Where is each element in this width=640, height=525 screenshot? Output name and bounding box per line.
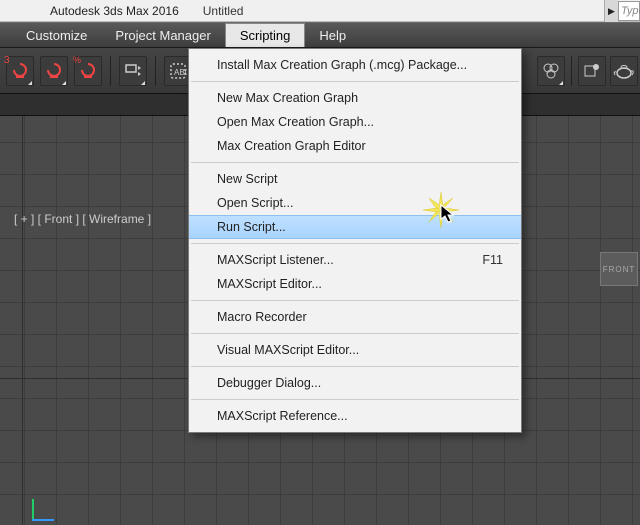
menu-item-label: MAXScript Editor...: [217, 277, 322, 291]
menu-item-open-script[interactable]: Open Script...: [189, 191, 521, 215]
menu-item-label: Debugger Dialog...: [217, 376, 321, 390]
menu-item-maxscript-listener[interactable]: MAXScript Listener... F11: [189, 248, 521, 272]
toolbar-separator: [571, 56, 572, 86]
menu-item-new-max-creation-graph[interactable]: New Max Creation Graph: [189, 86, 521, 110]
menu-customize[interactable]: Customize: [12, 23, 101, 47]
menu-item-label: Max Creation Graph Editor: [217, 139, 366, 153]
menu-separator: [191, 81, 519, 82]
snap-angle-1-button[interactable]: 3: [6, 56, 34, 86]
title-bar: Autodesk 3ds Max 2016 Untitled ▶ Type: [0, 0, 640, 22]
menu-separator: [191, 300, 519, 301]
title-dropdown-arrow[interactable]: ▶: [604, 0, 618, 22]
menu-item-maxscript-editor[interactable]: MAXScript Editor...: [189, 272, 521, 296]
menu-separator: [191, 243, 519, 244]
dropdown-indicator-icon: [141, 81, 145, 85]
dropdown-indicator-icon: [28, 81, 32, 85]
menu-item-label: New Max Creation Graph: [217, 91, 358, 105]
menu-item-run-script[interactable]: Run Script...: [189, 215, 521, 239]
menu-item-label: Visual MAXScript Editor...: [217, 343, 359, 357]
menu-item-shortcut: F11: [482, 253, 503, 267]
menu-item-max-creation-graph-editor[interactable]: Max Creation Graph Editor: [189, 134, 521, 158]
render-setup-button[interactable]: [578, 56, 606, 86]
dropdown-indicator-icon: [62, 81, 66, 85]
toolbar-separator: [110, 56, 111, 86]
snap-percent-button[interactable]: %: [74, 56, 102, 86]
document-title: Untitled: [203, 4, 244, 18]
keyword-search-input[interactable]: Type: [618, 1, 640, 21]
menu-help[interactable]: Help: [305, 23, 360, 47]
scripting-dropdown: Install Max Creation Graph (.mcg) Packag…: [188, 48, 522, 433]
menu-project-manager[interactable]: Project Manager: [101, 23, 224, 47]
svg-text:ABC: ABC: [174, 68, 187, 77]
app-title: Autodesk 3ds Max 2016: [50, 4, 179, 18]
dropdown-indicator-icon: [559, 81, 563, 85]
menu-item-label: Install Max Creation Graph (.mcg) Packag…: [217, 58, 467, 72]
menu-item-install-max-creation-graph-mcg-package[interactable]: Install Max Creation Graph (.mcg) Packag…: [189, 53, 521, 77]
axis-x-icon: [32, 519, 54, 521]
menu-item-label: Macro Recorder: [217, 310, 307, 324]
menu-item-macro-recorder[interactable]: Macro Recorder: [189, 305, 521, 329]
axis-y-icon: [32, 499, 34, 521]
menu-item-label: Open Script...: [217, 196, 293, 210]
menu-item-new-script[interactable]: New Script: [189, 167, 521, 191]
axis-gizmo: [24, 491, 54, 521]
menu-item-label: MAXScript Listener...: [217, 253, 334, 267]
menu-item-label: Run Script...: [217, 220, 286, 234]
menu-bar: Customize Project Manager Scripting Help: [0, 22, 640, 48]
viewport-label[interactable]: [ + ] [ Front ] [ Wireframe ]: [14, 212, 151, 226]
viewcube[interactable]: FRONT: [600, 252, 638, 286]
menu-item-label: Open Max Creation Graph...: [217, 115, 374, 129]
menu-item-visual-maxscript-editor[interactable]: Visual MAXScript Editor...: [189, 338, 521, 362]
spinner-snap-button[interactable]: [119, 56, 147, 86]
menu-separator: [191, 333, 519, 334]
snap-angle-2-button[interactable]: [40, 56, 68, 86]
toolbar-separator: [155, 56, 156, 86]
menu-item-label: MAXScript Reference...: [217, 409, 348, 423]
menu-separator: [191, 399, 519, 400]
menu-separator: [191, 162, 519, 163]
menu-item-open-max-creation-graph[interactable]: Open Max Creation Graph...: [189, 110, 521, 134]
menu-item-debugger-dialog[interactable]: Debugger Dialog...: [189, 371, 521, 395]
menu-item-maxscript-reference[interactable]: MAXScript Reference...: [189, 404, 521, 428]
menu-item-label: New Script: [217, 172, 277, 186]
render-teapot-button[interactable]: [610, 56, 638, 86]
menu-scripting[interactable]: Scripting: [225, 23, 306, 47]
menu-separator: [191, 366, 519, 367]
material-editor-button[interactable]: [537, 56, 565, 86]
